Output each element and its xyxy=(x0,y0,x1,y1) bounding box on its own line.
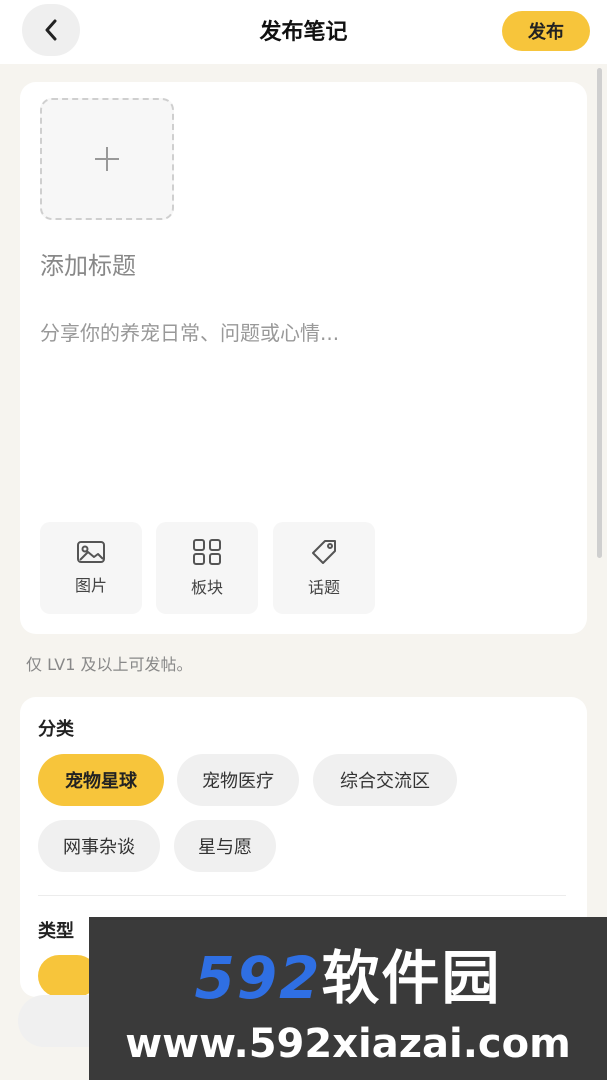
watermark-banner: 592软件园 www.592xiazai.com xyxy=(89,917,607,1080)
category-chip-pet-medical[interactable]: 宠物医疗 xyxy=(177,754,299,806)
editor-card: 添加标题 分享你的养宠日常、问题或心情... 图片 板块 话题 xyxy=(20,82,587,634)
category-chip-general[interactable]: 综合交流区 xyxy=(313,754,457,806)
tool-label: 图片 xyxy=(74,576,107,595)
grid-icon xyxy=(193,539,221,565)
topic-tool-button[interactable]: 话题 xyxy=(273,522,375,614)
publish-button[interactable]: 发布 xyxy=(502,11,590,51)
body-input[interactable]: 分享你的养宠日常、问题或心情... xyxy=(40,317,339,346)
type-label: 类型 xyxy=(38,921,74,942)
add-image-button[interactable] xyxy=(40,98,174,220)
category-label: 分类 xyxy=(38,719,74,740)
divider xyxy=(38,895,566,896)
board-tool-button[interactable]: 板块 xyxy=(156,522,258,614)
category-chip-wish[interactable]: 星与愿 xyxy=(174,820,276,872)
watermark-logo: 592软件园 xyxy=(194,931,501,1015)
tool-label: 话题 xyxy=(307,578,340,597)
image-tool-button[interactable]: 图片 xyxy=(40,522,142,614)
watermark-brand: 软件园 xyxy=(321,943,502,1012)
tag-icon xyxy=(312,540,336,564)
level-hint: 仅 LV1 及以上可发帖。 xyxy=(26,655,193,674)
scrollbar[interactable] xyxy=(597,68,602,558)
category-chip-pet-planet[interactable]: 宠物星球 xyxy=(38,754,164,806)
tool-label: 板块 xyxy=(190,578,223,597)
image-icon xyxy=(77,541,105,563)
category-chip-chat[interactable]: 网事杂谈 xyxy=(38,820,160,872)
plus-icon xyxy=(95,147,119,171)
watermark-number: 592 xyxy=(194,943,322,1012)
top-bar: 发布笔记 发布 xyxy=(0,0,607,64)
watermark-url: www.592xiazai.com xyxy=(125,1020,571,1067)
title-input[interactable]: 添加标题 xyxy=(40,246,136,281)
